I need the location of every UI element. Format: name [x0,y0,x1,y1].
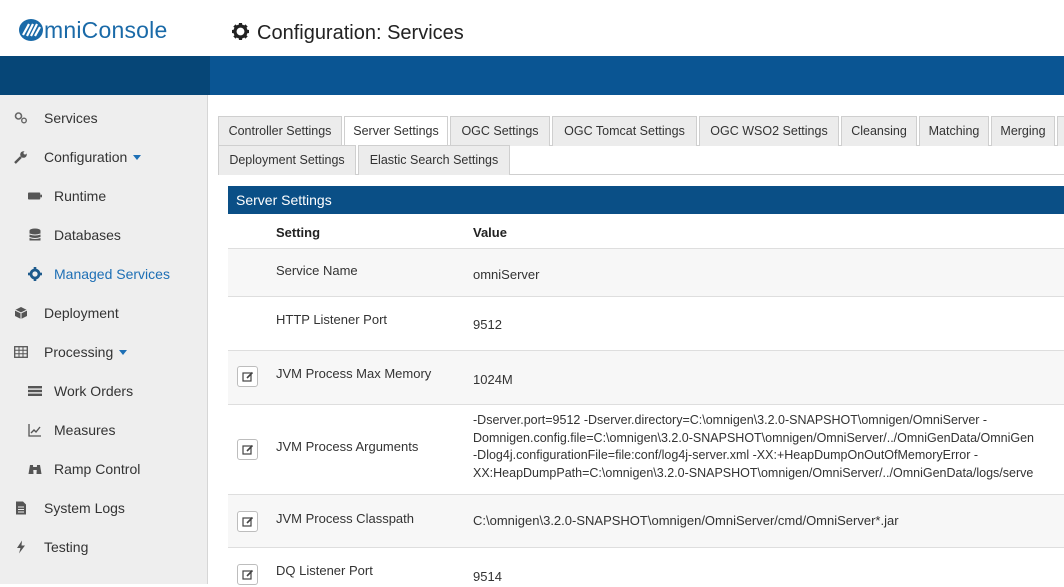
tab-bar-row-2: Deployment Settings Elastic Search Setti… [218,145,1064,175]
edit-button[interactable] [237,564,258,585]
list-icon [28,386,42,396]
tab-cleansing[interactable]: Cleansing [841,116,917,146]
banner-left-block [0,56,210,95]
sidebar-item-measures[interactable]: Measures [0,412,208,448]
services-icon [14,112,27,124]
flash-icon [17,540,25,554]
setting-value: 9512 [473,317,502,332]
line-chart-icon [28,424,41,437]
app-name: mniConsole [44,17,168,43]
sidebar-item-label: Databases [54,227,121,243]
database-icon [29,228,41,241]
setting-name: JVM Process Classpath [276,511,414,526]
sidebar-item-testing[interactable]: Testing [0,529,208,565]
sidebar-item-services[interactable]: Services [0,100,208,136]
table-header-row: Setting Value [228,214,1064,248]
edit-icon [242,444,254,455]
setting-name: HTTP Listener Port [276,312,388,327]
setting-value: -Dserver.port=9512 -Dserver.directory=C:… [473,412,1034,482]
sidebar-item-label: Testing [44,539,89,555]
setting-name: JVM Process Arguments [276,439,419,454]
value-line: -Dserver.port=9512 -Dserver.directory=C:… [473,413,988,427]
tab-ogc-wso2-settings[interactable]: OGC WSO2 Settings [699,116,839,146]
setting-value: C:\omnigen\3.2.0-SNAPSHOT\omnigen/OmniSe… [473,513,899,528]
value-line: Domnigen.config.file=C:\omnigen\3.2.0-SN… [473,430,1035,445]
column-header-value: Value [473,225,507,240]
tab-deployment-settings[interactable]: Deployment Settings [218,145,356,175]
setting-name: Service Name [276,263,358,278]
omni-logo-icon [19,19,43,41]
sidebar-item-label: Configuration [44,149,128,165]
table-icon [14,346,28,358]
edit-button[interactable] [237,439,258,460]
setting-name: DQ Listener Port [276,563,373,578]
sidebar-item-managed-services[interactable]: Managed Services [0,256,208,292]
setting-value: omniServer [473,267,540,282]
panel-title: Server Settings [228,186,1064,214]
header-banner [0,56,1064,95]
table-row: JVM Process Max Memory 1024M [228,350,1064,404]
sidebar-item-label: Runtime [54,188,107,204]
table-row: Service Name omniServer [228,248,1064,296]
tab-overflow[interactable] [1057,116,1064,146]
value-line: XX:HeapDumpPath=C:\omnigen\3.2.0-SNAPSHO… [473,465,1034,480]
sidebar-item-label-wrap: Configuration [44,149,142,165]
sidebar-item-label: Work Orders [54,383,134,399]
tab-matching[interactable]: Matching [919,116,989,146]
tab-controller-settings[interactable]: Controller Settings [218,116,342,146]
sidebar-item-label: Deployment [44,305,119,321]
sidebar-item-work-orders[interactable]: Work Orders [0,373,208,409]
binoculars-icon [28,465,42,474]
sidebar-item-deployment[interactable]: Deployment [0,295,208,331]
table-row: DQ Listener Port 9514 [228,547,1064,587]
column-header-setting: Setting [276,225,321,240]
edit-icon [242,371,254,382]
sidebar-item-label: Ramp Control [54,461,141,477]
setting-value: 9514 [473,569,502,584]
sidebar: Services Configuration Runtime Databases… [0,95,208,584]
tab-server-settings[interactable]: Server Settings [344,116,448,147]
sidebar-item-label: Processing [44,344,114,360]
tab-ogc-settings[interactable]: OGC Settings [450,116,550,146]
sidebar-item-system-logs[interactable]: System Logs [0,490,208,526]
chevron-down-icon [133,155,142,160]
edit-icon [242,569,254,580]
gear-icon [28,267,42,281]
sidebar-item-label: Measures [54,422,116,438]
edit-icon [242,516,254,527]
tab-bar-row-1: Controller Settings Server Settings OGC … [218,116,1064,147]
page-title: Configuration: Services [232,22,464,45]
sidebar-item-label: System Logs [44,500,125,516]
edit-button[interactable] [237,511,258,532]
tab-merging[interactable]: Merging [991,116,1055,146]
runtime-icon [28,192,42,200]
wrench-icon [14,151,27,164]
sidebar-item-configuration[interactable]: Configuration [0,139,208,175]
sidebar-item-label: Services [44,110,98,126]
sidebar-item-databases[interactable]: Databases [0,217,208,253]
app-logo[interactable]: mniConsole [18,17,167,44]
page-title-text: Configuration: Services [257,22,464,44]
tab-elastic-search-settings[interactable]: Elastic Search Settings [358,145,510,175]
sidebar-item-processing[interactable]: Processing [0,334,208,370]
table-row: HTTP Listener Port 9512 [228,296,1064,350]
gear-icon [232,23,249,40]
setting-value: 1024M [473,372,513,387]
deployment-icon [14,307,28,319]
sidebar-item-ramp-control[interactable]: Ramp Control [0,451,208,487]
table-row: JVM Process Arguments -Dserver.port=9512… [228,404,1064,494]
value-line: -Dlog4j.configurationFile=file:conf/log4… [473,448,979,462]
chevron-down-icon [119,350,128,355]
setting-name: JVM Process Max Memory [276,366,432,381]
sidebar-item-label: Managed Services [54,266,170,282]
file-icon [16,501,26,515]
edit-button[interactable] [237,366,258,387]
top-bar: mniConsole Configuration: Services [0,0,1064,56]
tab-ogc-tomcat-settings[interactable]: OGC Tomcat Settings [552,116,697,146]
sidebar-item-label-wrap: Processing [44,344,128,360]
sidebar-item-runtime[interactable]: Runtime [0,178,208,214]
table-row: JVM Process Classpath C:\omnigen\3.2.0-S… [228,494,1064,547]
